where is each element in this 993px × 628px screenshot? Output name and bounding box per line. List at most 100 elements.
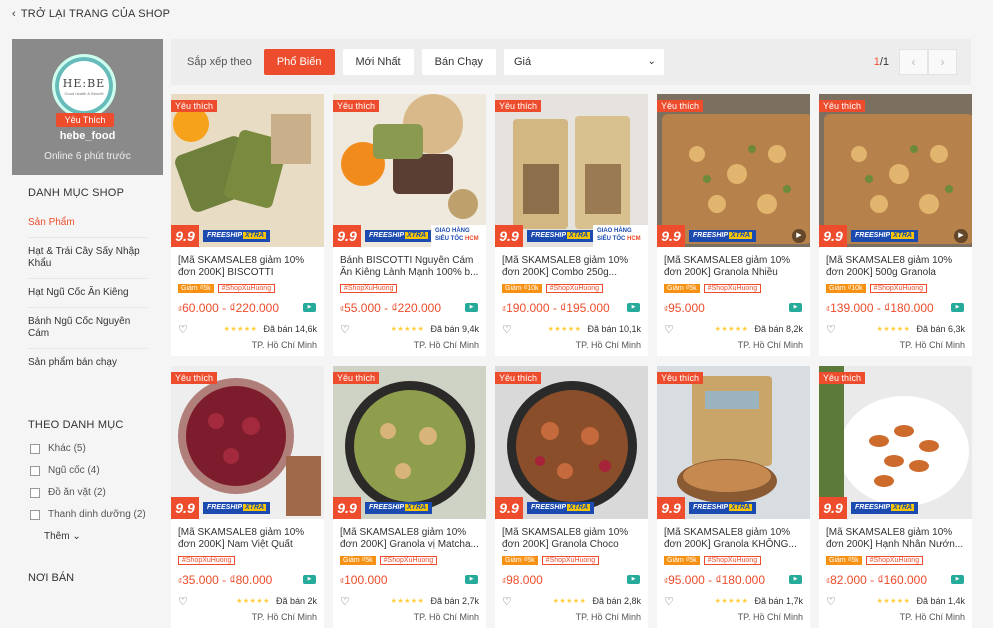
product-card[interactable]: Yêu thích 9.9 FREESHIP XTRA [Mã SKAMSALE8 gi… <box>819 366 972 628</box>
checkbox[interactable] <box>30 444 40 454</box>
favorite-tag: Yêu thích <box>333 100 380 112</box>
shop-trend-tag: #ShopXuHuong <box>541 555 600 565</box>
product-name: [Mã SKAMSALE8 giảm 10% đơn 200K] Granola… <box>664 255 791 278</box>
heart-icon[interactable]: ♡ <box>178 323 196 336</box>
product-tags: Giảm ₫5k #ShopXuHuong <box>819 551 972 567</box>
product-price: ₫82.000 - ₫160.000 ▶ <box>819 567 972 591</box>
sold-count: Đã bán 1,4k <box>916 596 965 606</box>
fast-label-2: SIÊU TỐC <box>435 236 464 242</box>
sort-newest-button[interactable]: Mới Nhất <box>342 49 414 75</box>
more-filters-button[interactable]: Thêm ⌄ <box>44 531 163 542</box>
product-image[interactable]: Yêu thích 9.9 FREESHIP XTRA <box>819 366 972 519</box>
sort-price-select[interactable]: Giá ⌄ <box>503 49 664 75</box>
heart-icon[interactable]: ♡ <box>502 595 520 608</box>
product-card[interactable]: Yêu thích 9.9 FREESHIP XTRA [Mã SKAMSALE8 gi… <box>171 366 324 628</box>
filter-snack[interactable]: Đồ ăn vặt (2) <box>30 487 163 499</box>
filter-cereal[interactable]: Ngũ cốc (4) <box>30 465 163 477</box>
star-rating: ★★★★★ <box>547 326 582 333</box>
checkbox[interactable] <box>30 466 40 476</box>
heart-icon[interactable]: ♡ <box>664 595 682 608</box>
filter-other[interactable]: Khác (5) <box>30 443 163 455</box>
product-image[interactable]: Yêu thích 9.9 FREESHIP XTRA ▶ <box>657 94 810 247</box>
main-content: Sắp xếp theo Phổ Biến Mới Nhất Bán Chạy … <box>171 39 972 628</box>
price-select-label: Giá <box>513 56 532 68</box>
product-image[interactable]: Yêu thích 9.9 FREESHIP XTRA GIAO HÀNG SIÊU TỐ… <box>495 94 648 247</box>
product-card[interactable]: Yêu thích 9.9 FREESHIP XTRA [Mã SKAMSALE8 gi… <box>657 366 810 628</box>
favorite-tag: Yêu thích <box>657 372 704 384</box>
heart-icon[interactable]: ♡ <box>826 323 844 336</box>
play-video-icon[interactable]: ▶ <box>954 229 968 243</box>
product-card[interactable]: Yêu thích 9.9 FREESHIP XTRA [Mã SKAMSALE8 gi… <box>495 366 648 628</box>
sale-99-badge: 9.9 <box>495 225 523 247</box>
product-location: TP. Hồ Chí Minh <box>251 612 317 622</box>
xtra-label: XTRA <box>891 232 915 239</box>
sold-count: Đã bán 1,7k <box>754 596 803 606</box>
page-indicator: 1/1 <box>874 56 889 68</box>
sort-popular-button[interactable]: Phổ Biến <box>263 49 335 75</box>
back-link-label: TRỞ LẠI TRANG CỦA SHOP <box>20 8 171 20</box>
star-rating: ★★★★★ <box>876 326 911 333</box>
star-rating: ★★★★★ <box>876 598 911 605</box>
heart-icon[interactable]: ♡ <box>502 323 520 336</box>
freeship-label: FREESHIP <box>207 232 243 239</box>
product-image[interactable]: Yêu thích 9.9 FREESHIP XTRA <box>333 366 486 519</box>
truck-icon: ▶ <box>303 575 316 584</box>
shop-trend-tag: #ShopXuHuong <box>703 283 762 293</box>
freeship-badge: FREESHIP XTRA <box>203 502 271 514</box>
sort-best-selling-button[interactable]: Bán Chạy <box>421 49 496 75</box>
product-card[interactable]: Yêu thích 9.9 FREESHIP XTRA ▶ [Mã SKAMSALE8 g… <box>657 94 810 356</box>
product-image[interactable]: Yêu thích 9.9 FREESHIP XTRA <box>171 94 324 247</box>
next-page-button[interactable]: › <box>928 49 957 75</box>
freeship-badge: FREESHIP XTRA <box>527 502 595 514</box>
filter-nutrition-bar[interactable]: Thanh dinh dưỡng (2) <box>30 509 163 521</box>
discount-tag: Giảm ₫5k <box>178 283 214 293</box>
freeship-badge: FREESHIP XTRA <box>851 230 919 242</box>
heart-icon[interactable]: ♡ <box>664 323 682 336</box>
discount-tag: Giảm ₫10k <box>826 283 866 293</box>
freeship-label: FREESHIP <box>531 232 567 239</box>
price-value: 100.000 <box>344 573 388 587</box>
product-image[interactable]: Yêu thích 9.9 FREESHIP XTRA <box>657 366 810 519</box>
heart-icon[interactable]: ♡ <box>340 595 358 608</box>
xtra-label: XTRA <box>405 504 429 511</box>
checkbox[interactable] <box>30 488 40 498</box>
sale-99-badge: 9.9 <box>333 497 361 519</box>
filter-label: Đồ ăn vặt (2) <box>48 487 106 498</box>
product-image[interactable]: Yêu thích 9.9 FREESHIP XTRA GIAO HÀNG SIÊU TỐ… <box>333 94 486 247</box>
shop-avatar: HE:BE Good health & Benefit <box>52 54 116 118</box>
more-label: Thêm <box>44 531 70 542</box>
category-item-diet-nuts[interactable]: Hạt Ngũ Cốc Ăn Kiêng <box>28 279 147 308</box>
product-image[interactable]: Yêu thích 9.9 FREESHIP XTRA ▶ <box>819 94 972 247</box>
product-tags: Giảm ₫5k #ShopXuHuong <box>657 551 810 567</box>
rating-row: ♡ ★★★★★ Đã bán 14,6k <box>171 319 324 336</box>
fast-label: GIAO HÀNG <box>435 228 470 234</box>
product-location: TP. Hồ Chí Minh <box>899 340 965 350</box>
fast-label: GIAO HÀNG <box>597 228 632 234</box>
back-to-shop-link[interactable]: ‹ TRỞ LẠI TRANG CỦA SHOP <box>12 8 170 20</box>
product-card[interactable]: Yêu thích 9.9 FREESHIP XTRA [Mã SKAMSALE8 gi… <box>171 94 324 356</box>
heart-icon[interactable]: ♡ <box>178 595 196 608</box>
checkbox[interactable] <box>30 510 40 520</box>
product-price: ₫35.000 - ₫80.000 ▶ <box>171 567 324 591</box>
star-rating: ★★★★★ <box>390 326 425 333</box>
heart-icon[interactable]: ♡ <box>826 595 844 608</box>
category-item-best-sellers[interactable]: Sản phẩm bán chạy <box>28 349 147 377</box>
shop-card[interactable]: HE:BE Good health & Benefit Yêu Thích he… <box>12 39 163 175</box>
prev-page-button[interactable]: ‹ <box>899 49 928 75</box>
product-card[interactable]: Yêu thích 9.9 FREESHIP XTRA GIAO HÀNG SIÊU TỐ… <box>333 94 486 356</box>
product-card[interactable]: Yêu thích 9.9 FREESHIP XTRA GIAO HÀNG SIÊU TỐ… <box>495 94 648 356</box>
category-item-whole-grain[interactable]: Bánh Ngũ Cốc Nguyên Cám <box>28 308 147 349</box>
xtra-label: XTRA <box>567 232 591 239</box>
shop-trend-tag: #ShopXuHuong <box>217 283 276 293</box>
product-image[interactable]: Yêu thích 9.9 FREESHIP XTRA <box>171 366 324 519</box>
product-card[interactable]: Yêu thích 9.9 FREESHIP XTRA [Mã SKAMSALE8 gi… <box>333 366 486 628</box>
category-item-dried-fruit[interactable]: Hạt & Trái Cây Sấy Nhập Khẩu <box>28 238 147 279</box>
heart-icon[interactable]: ♡ <box>340 323 358 336</box>
play-video-icon[interactable]: ▶ <box>792 229 806 243</box>
shop-name: hebe_food <box>59 130 116 142</box>
category-item-products[interactable]: Sản Phẩm <box>28 209 147 238</box>
sold-count: Đã bán 6,3k <box>916 324 965 334</box>
page-total: /1 <box>879 56 889 68</box>
product-card[interactable]: Yêu thích 9.9 FREESHIP XTRA ▶ [Mã SKAMSALE8 g… <box>819 94 972 356</box>
product-image[interactable]: Yêu thích 9.9 FREESHIP XTRA <box>495 366 648 519</box>
